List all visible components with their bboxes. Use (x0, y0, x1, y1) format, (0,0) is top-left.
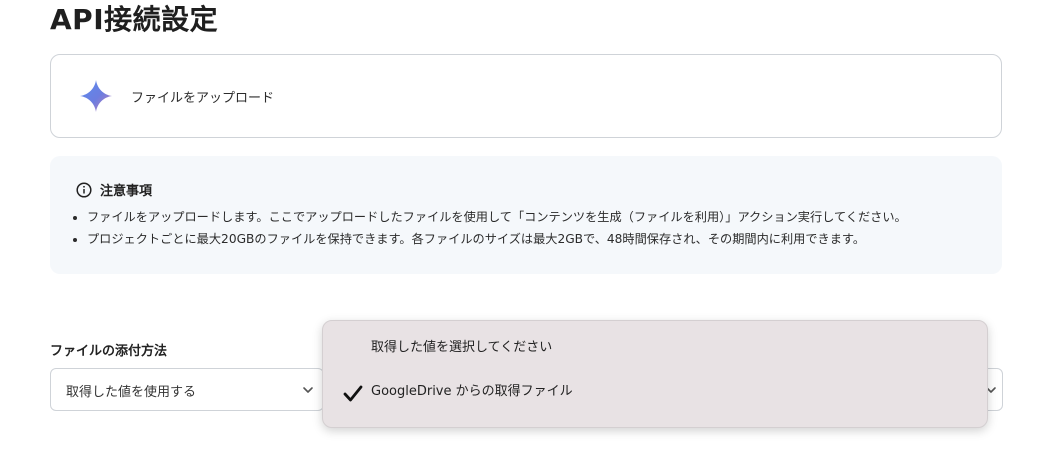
check-icon (343, 385, 363, 402)
attachment-method-select[interactable]: 取得した値を使用する (50, 368, 324, 411)
upload-action-label: ファイルをアップロード (131, 90, 275, 106)
notice-item: プロジェクトごとに最大20GBのファイルを保持できます。各ファイルのサイズは最大… (87, 228, 907, 250)
notice-list: ファイルをアップロードします。ここでアップロードしたファイルを使用して「コンテン… (72, 206, 907, 250)
notice-item: ファイルをアップロードします。ここでアップロードしたファイルを使用して「コンテン… (87, 206, 907, 228)
dropdown-option[interactable]: 取得した値を選択してください (371, 336, 552, 355)
file-source-dropdown: 取得した値を選択してください GoogleDrive からの取得ファイル (322, 320, 988, 428)
gemini-star-icon (80, 80, 112, 112)
dropdown-option-selected[interactable]: GoogleDrive からの取得ファイル (371, 380, 573, 399)
attachment-method-value: 取得した値を使用する (66, 385, 197, 400)
attachment-method-label: ファイルの添付方法 (50, 344, 168, 359)
info-icon (76, 181, 92, 198)
page-title: API接続設定 (50, 3, 219, 36)
notice-header: 注意事項 (76, 180, 152, 199)
upload-action-card[interactable]: ファイルをアップロード (50, 54, 1002, 138)
notice-title: 注意事項 (100, 184, 153, 199)
notice-panel: 注意事項 ファイルをアップロードします。ここでアップロードしたファイルを使用して… (50, 156, 1002, 274)
chevron-down-icon (303, 387, 313, 393)
